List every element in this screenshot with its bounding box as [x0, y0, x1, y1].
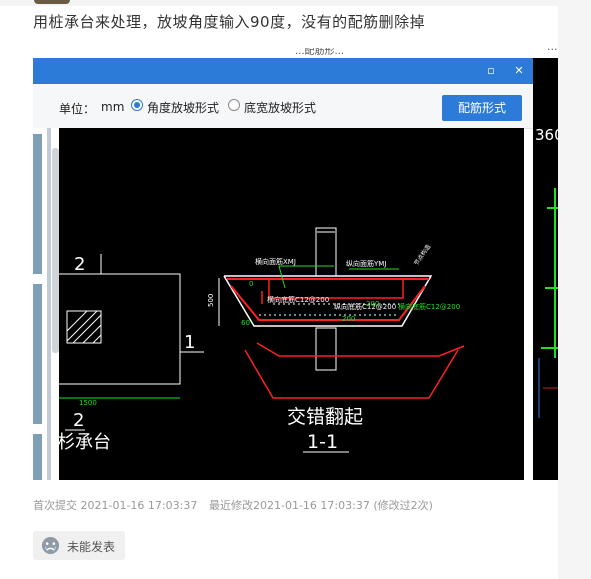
screenshot-image: ...配筋形... ... 360 ▫ ✕ 单位： mm 角度放坡形式 底宽放坡…: [33, 48, 558, 480]
background-top-right: ...: [547, 48, 558, 53]
label-spacing: 200: [366, 300, 379, 308]
unit-label: 单位：: [59, 102, 96, 116]
vertical-scrollbar[interactable]: [52, 148, 59, 353]
left-panel-separator: [47, 128, 51, 480]
plan-mark-bottom: 2: [73, 410, 84, 431]
pile-cap-dialog: ▫ ✕ 单位： mm 角度放坡形式 底宽放坡形式 配筋形式 2 1 1500 2…: [33, 58, 533, 480]
plan-view: 2 1 1500 2 杉承台: [59, 254, 204, 453]
left-panel-bar: [33, 434, 42, 480]
section-label: 1-1: [307, 431, 338, 453]
label-longitudinal-top: 纵向面筋YMJ: [346, 259, 386, 268]
plan-mark-right: 1: [184, 332, 195, 353]
unit-value: mm: [101, 100, 125, 114]
background-top-label: ...配筋形...: [295, 48, 345, 57]
dialog-title-bar[interactable]: ▫ ✕: [33, 58, 533, 84]
plan-caption: 杉承台: [59, 432, 111, 453]
dim-height: 500: [207, 294, 215, 307]
drawing-canvas: 2 1 1500 2 杉承台 横向面筋XMJ 纵向面筋YMJ 横向底筋C12@2…: [59, 128, 524, 480]
question-text: 用桩承台来处理，放坡角度输入90度，没有的配筋删除掉: [33, 13, 426, 31]
lower-section: [244, 349, 459, 399]
radio-width-slope[interactable]: [228, 99, 240, 111]
radio-angle-slope-label[interactable]: 角度放坡形式: [147, 99, 219, 116]
pile-square: [66, 310, 102, 344]
edge-note: 节点构造: [412, 243, 432, 267]
reinforcement-form-button[interactable]: 配筋形式: [442, 95, 522, 121]
pile-hatch: [66, 310, 102, 344]
dim-angle: 60: [241, 319, 250, 327]
top-strip: [0, 0, 591, 6]
close-icon[interactable]: ✕: [510, 62, 528, 80]
plan-outline: [59, 273, 181, 385]
maximize-icon[interactable]: ▫: [482, 62, 500, 80]
label-horizontal-bottom: 横向底筋C12@200: [267, 295, 329, 304]
left-panel-bar: [33, 134, 42, 274]
plan-dim-text: 1500: [79, 399, 97, 407]
column-top: [315, 227, 337, 277]
label-horizontal-top: 横向面筋XMJ: [255, 257, 296, 266]
side-number: 360: [535, 126, 558, 144]
sad-face-icon: [41, 536, 60, 555]
radio-width-slope-label[interactable]: 底宽放坡形式: [244, 99, 316, 116]
avatar: [34, 0, 70, 4]
cad-drawing: 2 1 1500 2 杉承台 横向面筋XMJ 纵向面筋YMJ 横向底筋C12@2…: [59, 227, 465, 453]
radio-angle-slope[interactable]: [131, 99, 143, 111]
last-modified-time: 最近修改2021-01-16 17:03:37 (修改过2次): [209, 499, 433, 512]
right-margin: [558, 0, 591, 579]
pile-bottom: [315, 327, 337, 371]
dialog-toolbar: 单位： mm 角度放坡形式 底宽放坡形式 配筋形式: [33, 84, 533, 129]
left-panel: [33, 128, 59, 480]
label-rebar-spec: 横向底筋C12@200: [398, 302, 460, 311]
first-submit-time: 首次提交 2021-01-16 17:03:37: [33, 499, 198, 512]
dim-small-2: 200: [342, 315, 355, 323]
left-panel-bar: [33, 284, 42, 424]
section-view: 横向面筋XMJ 纵向面筋YMJ 横向底筋C12@200 纵向底筋C12@200 …: [207, 227, 465, 453]
dim-small: 0: [249, 280, 253, 288]
plan-mark-top: 2: [74, 254, 85, 275]
background-cad-strip: 360: [533, 58, 558, 480]
section-title: 交错翻起: [287, 406, 363, 428]
unable-to-post-label: 未能发表: [67, 540, 116, 554]
background-cad-lines: 360: [535, 126, 558, 418]
unable-to-post-button[interactable]: 未能发表: [33, 531, 125, 560]
